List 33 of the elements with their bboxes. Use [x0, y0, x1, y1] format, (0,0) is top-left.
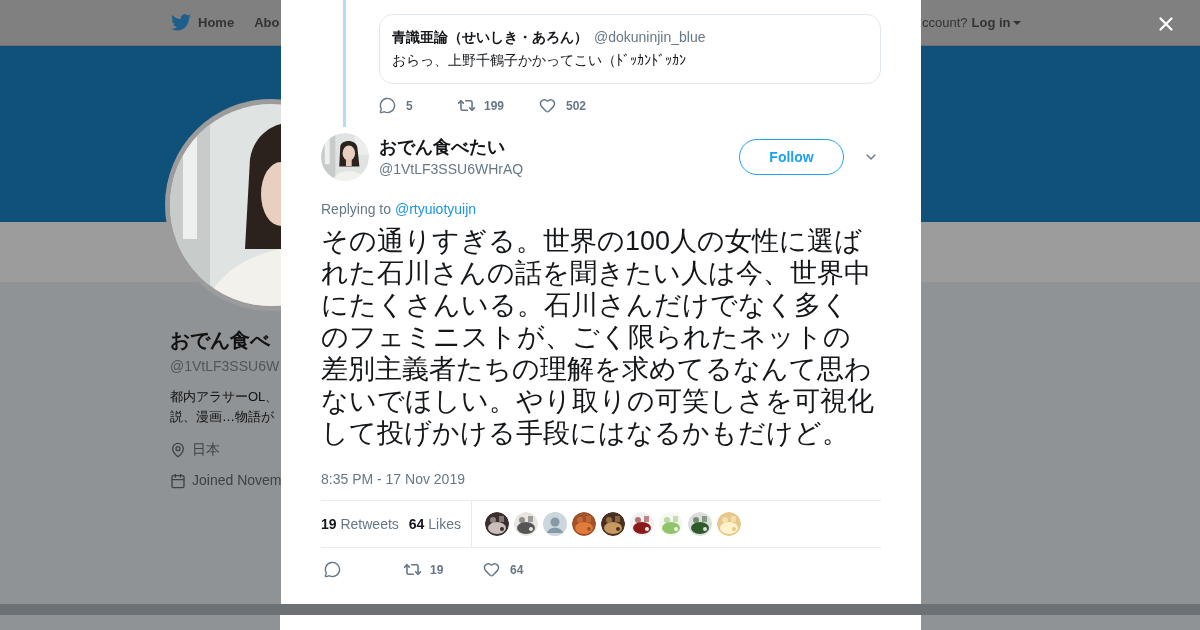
tweet-timestamp: 8:35 PM - 17 Nov 2019: [321, 470, 466, 489]
retweet-stat[interactable]: 19 Retweets: [321, 513, 399, 535]
nav-link[interactable]: Home: [198, 12, 235, 33]
mention-link[interactable]: @rtyuiotyuijn: [394, 201, 477, 217]
account-prompt: ccount?: [922, 13, 968, 32]
retweet-button[interactable]: 199: [457, 96, 539, 115]
quoted-author-name: 青識亜論（せいしき・あろん）: [392, 28, 588, 47]
speech-bubble-icon: [379, 97, 396, 114]
like-button[interactable]: 64: [483, 560, 524, 579]
reply-button[interactable]: 5: [379, 96, 457, 115]
profile-location: 日本: [192, 440, 220, 459]
heart-icon: [483, 561, 500, 578]
profile-bio: 都内アラサーOL、 説、漫画…物語が: [170, 388, 279, 426]
replying-to-text: Replying to @rtyuiotyuijn: [321, 200, 478, 219]
calendar-icon: [170, 472, 186, 489]
location-icon: [170, 441, 186, 458]
tweet-text: その通りすぎる。世界の100人の女性に選ば れた石川さんの話を聞きたい人は今、世界中 にたくさんいる。石川さんだけでなく多く のフェミニストが、ごく限られたネットの 差別主義者たちの理解を求めてるなんて思わ ないでほしい。やり取りの可笑しさを可視化 して投げかける手段にはなるかもだけど。: [321, 225, 875, 449]
author-name[interactable]: おでん食べたい: [379, 134, 524, 159]
profile-name: おでん食べ: [170, 328, 270, 352]
retweet-button[interactable]: 19: [403, 560, 483, 579]
author-handle: @1VtLF3SSU6WHrAQ: [379, 159, 524, 179]
quoted-author-handle: @dokuninjin_blue: [594, 28, 706, 47]
nav-link[interactable]: Abo: [254, 12, 280, 33]
like-stat[interactable]: 64 Likes: [408, 513, 461, 535]
default-avatar-icon: [543, 512, 567, 536]
login-button[interactable]: Log in: [971, 12, 1021, 33]
like-button[interactable]: 502: [539, 96, 587, 115]
reply-icon[interactable]: [324, 561, 341, 578]
caret-icon: [1012, 20, 1021, 25]
profile-joined: Joined Novem: [192, 471, 282, 490]
profile-handle: @1VtLF3SSU6W: [170, 357, 280, 376]
heart-icon: [539, 97, 556, 114]
quoted-tweet-text: おらっ、上野千鶴子かかってこい（ﾄﾞｯｶﾝﾄﾞｯｶﾝ: [392, 51, 687, 70]
